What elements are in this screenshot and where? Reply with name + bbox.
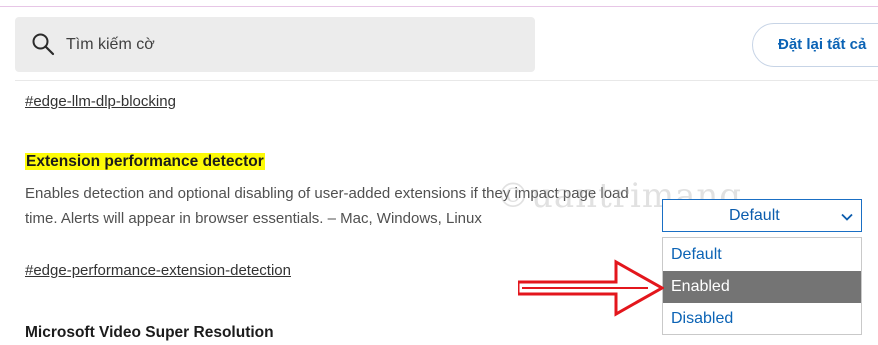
select-value: Default (729, 207, 780, 224)
search-input[interactable]: Tìm kiếm cờ (15, 17, 535, 72)
search-icon (31, 32, 55, 56)
chevron-down-icon (841, 210, 853, 222)
flag-state-dropdown: Default Enabled Disabled (662, 237, 862, 335)
top-accent-line (0, 6, 878, 7)
flag-title-video-super-resolution: Microsoft Video Super Resolution (25, 324, 274, 341)
flag-title-highlight: Extension performance detector (25, 153, 265, 170)
red-arrow-icon (518, 259, 664, 317)
flag-title-extension-performance: Extension performance detector (25, 153, 265, 171)
flag-link-performance-extension-detection[interactable]: #edge-performance-extension-detection (25, 262, 291, 279)
header-divider (15, 80, 878, 81)
flag-description: Enables detection and optional disabling… (25, 185, 629, 227)
reset-all-button[interactable]: Đặt lại tất cả (752, 23, 878, 67)
flag-state-select[interactable]: Default (662, 199, 862, 232)
option-disabled[interactable]: Disabled (663, 303, 861, 335)
flag-link-llm-dlp-blocking[interactable]: #edge-llm-dlp-blocking (25, 93, 176, 110)
option-enabled[interactable]: Enabled (663, 271, 861, 303)
reset-all-label: Đặt lại tất cả (778, 36, 867, 53)
option-default[interactable]: Default (663, 239, 861, 271)
search-placeholder: Tìm kiếm cờ (66, 36, 155, 53)
